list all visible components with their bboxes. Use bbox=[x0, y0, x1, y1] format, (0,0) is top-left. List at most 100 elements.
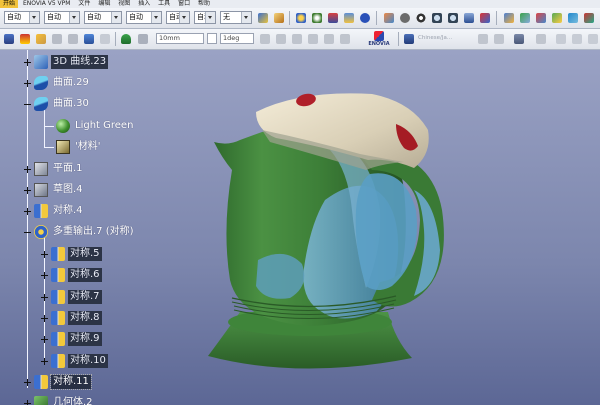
line-color-combo[interactable]: 自动 bbox=[84, 11, 122, 24]
expand-toggle[interactable] bbox=[41, 357, 48, 365]
expand-toggle[interactable] bbox=[41, 250, 48, 258]
menu-insert[interactable]: 插入 bbox=[135, 0, 153, 8]
help-icon[interactable] bbox=[358, 11, 372, 25]
collapse-toggle[interactable] bbox=[24, 229, 31, 236]
tree-node-body-2[interactable]: 几何体.2 bbox=[24, 395, 95, 405]
curve-tool-icon[interactable] bbox=[290, 32, 304, 46]
swap-space-icon[interactable] bbox=[310, 11, 324, 25]
zoom-in-icon[interactable] bbox=[430, 11, 444, 25]
tree-node-plane-1[interactable]: 平面.1 bbox=[24, 161, 85, 177]
expand-toggle[interactable] bbox=[24, 186, 31, 194]
angle-step-field[interactable]: 1deg bbox=[220, 33, 254, 44]
painter-icon[interactable] bbox=[256, 11, 270, 25]
tree-node-symmetry-8[interactable]: 对称.8 bbox=[41, 310, 102, 326]
line-thickness-combo[interactable]: 自动 bbox=[126, 11, 162, 24]
copy-icon[interactable] bbox=[512, 32, 526, 46]
hide-show-icon[interactable] bbox=[294, 11, 308, 25]
line-tool-icon[interactable] bbox=[274, 32, 288, 46]
normal-view-icon[interactable] bbox=[462, 11, 476, 25]
length-spinner[interactable] bbox=[207, 33, 217, 44]
length-step-field[interactable]: 10mm bbox=[156, 33, 204, 44]
expand-toggle[interactable] bbox=[24, 79, 31, 87]
snap-icon[interactable] bbox=[534, 32, 548, 46]
expand-toggle[interactable] bbox=[41, 293, 48, 301]
measure-icon[interactable] bbox=[34, 32, 48, 46]
tree-node-symmetry-4[interactable]: 对称.4 bbox=[24, 203, 85, 219]
tree-node-surface-30[interactable]: 曲面.30 bbox=[24, 96, 91, 112]
apply-material-icon[interactable] bbox=[50, 32, 64, 46]
part-body-icon[interactable] bbox=[66, 32, 80, 46]
shading-icon[interactable] bbox=[518, 11, 532, 25]
tree-node-sketch-4[interactable]: 草图.4 bbox=[24, 182, 85, 198]
sketch-tool-icon[interactable] bbox=[98, 32, 112, 46]
table-tool-icon[interactable] bbox=[306, 32, 320, 46]
tree-node-surface-29[interactable]: 曲面.29 bbox=[24, 75, 91, 91]
transparency-combo[interactable]: 自动 bbox=[44, 11, 80, 24]
menu-help[interactable]: 帮助 bbox=[195, 0, 213, 8]
expand-toggle[interactable] bbox=[24, 58, 31, 66]
point-tool-icon[interactable] bbox=[554, 32, 568, 46]
tree-node-symmetry-9[interactable]: 对称.9 bbox=[41, 331, 102, 347]
work-object-icon[interactable] bbox=[82, 32, 96, 46]
collapse-toggle[interactable] bbox=[24, 101, 31, 108]
checkmark-icon[interactable] bbox=[258, 32, 272, 46]
layer-combo[interactable]: 无 bbox=[220, 11, 252, 24]
rotate-icon[interactable] bbox=[414, 11, 428, 25]
language-label: Chinese/Ja... bbox=[418, 35, 453, 41]
tree-node-light-green[interactable]: Light Green bbox=[56, 118, 135, 134]
catalog-icon[interactable] bbox=[18, 32, 32, 46]
fill-color-combo[interactable]: 自动 bbox=[4, 11, 40, 24]
expand-toggle[interactable] bbox=[24, 207, 31, 215]
menu-tools[interactable]: 工具 bbox=[155, 0, 173, 8]
pencil-icon[interactable] bbox=[272, 11, 286, 25]
expand-toggle[interactable] bbox=[41, 335, 48, 343]
tree-node-symmetry-7[interactable]: 对称.7 bbox=[41, 289, 102, 305]
expand-toggle[interactable] bbox=[24, 165, 31, 173]
shading-edges-icon[interactable] bbox=[534, 11, 548, 25]
tree-node-material[interactable]: '材料' bbox=[56, 139, 103, 155]
tree-node-symmetry-11[interactable]: 对称.11 bbox=[24, 374, 92, 390]
measure-item-icon[interactable] bbox=[492, 32, 506, 46]
line-type-combo[interactable]: 自动 bbox=[166, 11, 190, 24]
toolbar-separator bbox=[376, 11, 377, 25]
expand-toggle[interactable] bbox=[24, 399, 31, 405]
tree-node-symmetry-10[interactable]: 对称.10 bbox=[41, 353, 108, 369]
point-symbol-combo[interactable]: 自动 bbox=[194, 11, 216, 24]
menu-view[interactable]: 视图 bbox=[115, 0, 133, 8]
menu-start[interactable]: 开始 bbox=[0, 0, 19, 8]
wireframe-icon[interactable] bbox=[550, 11, 564, 25]
car-icon[interactable] bbox=[326, 11, 340, 25]
zoom-out-icon[interactable] bbox=[446, 11, 460, 25]
measure-between-icon[interactable] bbox=[476, 32, 490, 46]
3d-viewport[interactable]: 3D 曲线.23 曲面.29 曲面.30 Light Green '材料' 平面… bbox=[0, 50, 600, 405]
toolbar-separator bbox=[496, 11, 497, 25]
expand-toggle[interactable] bbox=[24, 378, 31, 386]
tree-node-curve-23[interactable]: 3D 曲线.23 bbox=[24, 54, 109, 70]
expand-toggle[interactable] bbox=[41, 271, 48, 279]
grid-snap-icon[interactable] bbox=[136, 32, 150, 46]
hidden-edges-icon[interactable] bbox=[566, 11, 580, 25]
arc-tool-icon[interactable] bbox=[586, 32, 600, 46]
customize-view-icon[interactable] bbox=[582, 11, 596, 25]
tree-node-multi-output-7[interactable]: 多重输出.7 (对称) bbox=[24, 224, 136, 240]
frame-tool-icon[interactable] bbox=[322, 32, 336, 46]
display-mode-icon[interactable] bbox=[119, 32, 133, 46]
menu-edit[interactable]: 编辑 bbox=[95, 0, 113, 8]
pan-icon[interactable] bbox=[398, 11, 412, 25]
menu-enovia[interactable]: ENOVIA V5 VPM bbox=[20, 0, 74, 8]
axis-tool-icon[interactable] bbox=[338, 32, 352, 46]
surface-icon bbox=[34, 76, 48, 90]
fit-all-icon[interactable] bbox=[382, 11, 396, 25]
tree-node-symmetry-6[interactable]: 对称.6 bbox=[41, 267, 102, 283]
update-icon[interactable] bbox=[2, 32, 16, 46]
polyline-tool-icon[interactable] bbox=[570, 32, 584, 46]
isometric-view-icon[interactable] bbox=[502, 11, 516, 25]
expand-toggle[interactable] bbox=[41, 314, 48, 322]
language-icon[interactable] bbox=[402, 32, 416, 46]
dashboard-icon[interactable] bbox=[342, 11, 356, 25]
menu-window[interactable]: 窗口 bbox=[175, 0, 193, 8]
multi-view-icon[interactable] bbox=[478, 11, 492, 25]
tree-node-symmetry-5[interactable]: 对称.5 bbox=[41, 246, 102, 262]
plane-icon bbox=[34, 162, 48, 176]
menu-file[interactable]: 文件 bbox=[75, 0, 93, 8]
